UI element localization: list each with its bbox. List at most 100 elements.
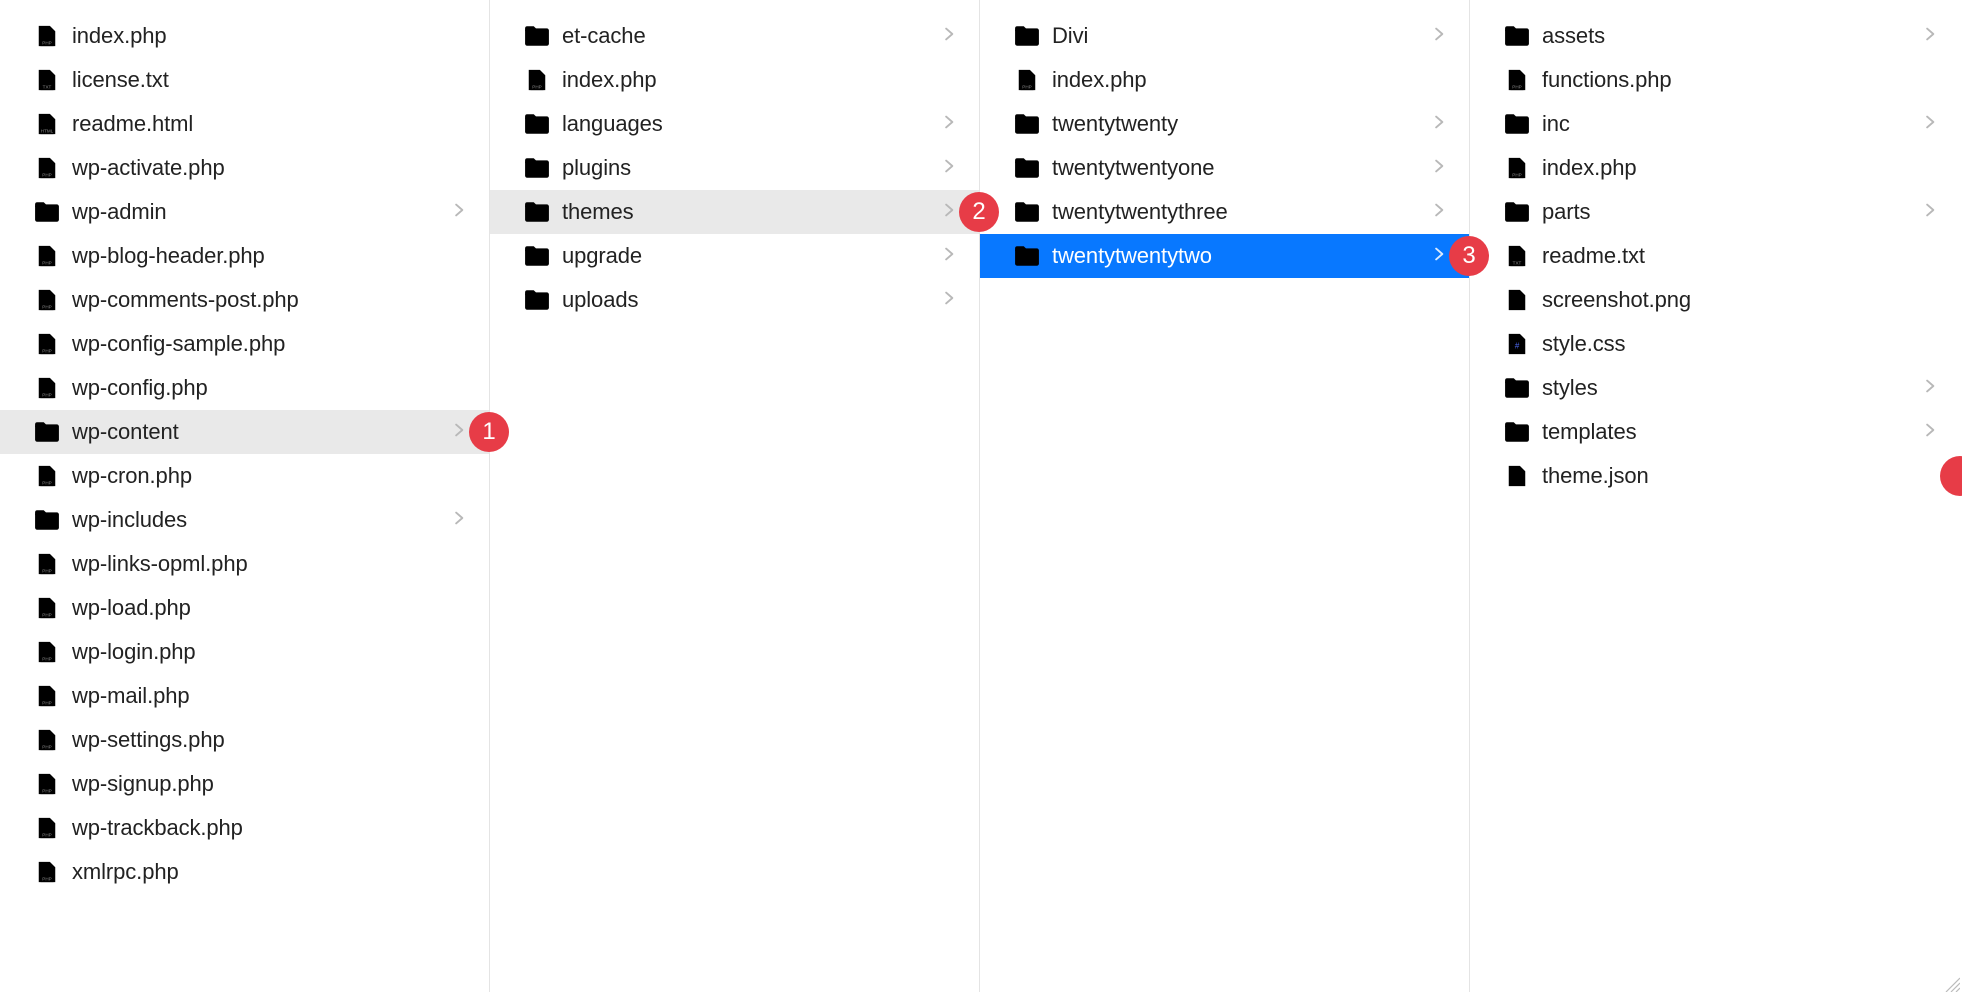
file-row[interactable]: screenshot.png bbox=[1470, 278, 1960, 322]
folder-row[interactable]: plugins bbox=[490, 146, 979, 190]
folder-icon bbox=[1504, 199, 1530, 225]
folder-icon bbox=[524, 287, 550, 313]
html-file-icon: HTML bbox=[34, 111, 60, 137]
php-file-icon: PHP bbox=[1014, 67, 1040, 93]
item-label: wp-comments-post.php bbox=[72, 287, 479, 313]
file-row[interactable]: PHPwp-activate.php bbox=[0, 146, 489, 190]
folder-row[interactable]: wp-content1 bbox=[0, 410, 489, 454]
chevron-right-icon bbox=[1924, 27, 1942, 45]
file-row[interactable]: PHP wp-links-opml.php bbox=[0, 542, 489, 586]
folder-row[interactable]: templates bbox=[1470, 410, 1960, 454]
svg-text:PHP: PHP bbox=[1512, 172, 1521, 177]
item-label: style.css bbox=[1542, 331, 1950, 357]
item-label: theme.json bbox=[1542, 463, 1950, 489]
item-label: templates bbox=[1542, 419, 1924, 445]
php-file-icon: PHP bbox=[34, 727, 60, 753]
php-file-icon: PHP bbox=[34, 551, 60, 577]
file-row[interactable]: PHP wp-trackback.php bbox=[0, 806, 489, 850]
item-label: wp-links-opml.php bbox=[72, 551, 479, 577]
folder-row[interactable]: Divi bbox=[980, 14, 1469, 58]
php-file-icon: PHP bbox=[34, 243, 60, 269]
file-row[interactable]: HTMLreadme.html bbox=[0, 102, 489, 146]
file-row[interactable]: PHPwp-settings.php bbox=[0, 718, 489, 762]
item-label: twentytwentytwo bbox=[1052, 243, 1433, 269]
folder-row[interactable]: wp-includes bbox=[0, 498, 489, 542]
folder-row[interactable]: twentytwenty bbox=[980, 102, 1469, 146]
file-row[interactable]: # style.css bbox=[1470, 322, 1960, 366]
item-label: wp-trackback.php bbox=[72, 815, 479, 841]
folder-icon bbox=[1014, 199, 1040, 225]
chevron-right-icon bbox=[943, 159, 961, 177]
folder-row[interactable]: styles bbox=[1470, 366, 1960, 410]
file-row[interactable]: PHPindex.php bbox=[0, 14, 489, 58]
php-file-icon: PHP bbox=[1504, 155, 1530, 181]
folder-row[interactable]: inc bbox=[1470, 102, 1960, 146]
file-row[interactable]: theme.json bbox=[1470, 454, 1960, 498]
chevron-right-icon bbox=[1433, 247, 1451, 265]
item-label: et-cache bbox=[562, 23, 943, 49]
item-label: index.php bbox=[1542, 155, 1950, 181]
item-label: functions.php bbox=[1542, 67, 1950, 93]
item-label: twentytwenty bbox=[1052, 111, 1433, 137]
folder-row[interactable]: themes2 bbox=[490, 190, 979, 234]
txt-file-icon: TXT bbox=[34, 67, 60, 93]
folder-icon bbox=[1504, 111, 1530, 137]
file-row[interactable]: PHPindex.php bbox=[490, 58, 979, 102]
item-label: plugins bbox=[562, 155, 943, 181]
file-row[interactable]: PHPwp-blog-header.php bbox=[0, 234, 489, 278]
file-row[interactable]: PHPwp-login.php bbox=[0, 630, 489, 674]
file-row[interactable]: PHPwp-comments-post.php bbox=[0, 278, 489, 322]
svg-text:PHP: PHP bbox=[1512, 84, 1521, 89]
finder-column: DiviPHPindex.php twentytwenty twentytwenty… bbox=[980, 0, 1470, 992]
resize-handle-icon[interactable] bbox=[1942, 972, 1960, 990]
svg-text:PHP: PHP bbox=[42, 568, 51, 573]
folder-row[interactable]: wp-admin bbox=[0, 190, 489, 234]
file-row[interactable]: PHPwp-signup.php bbox=[0, 762, 489, 806]
file-row[interactable]: PHPwp-mail.php bbox=[0, 674, 489, 718]
file-row[interactable]: PHP functions.php bbox=[1470, 58, 1960, 102]
php-file-icon: PHP bbox=[34, 815, 60, 841]
chevron-right-icon bbox=[1924, 115, 1942, 133]
item-label: inc bbox=[1542, 111, 1924, 137]
folder-row[interactable]: twentytwentythree bbox=[980, 190, 1469, 234]
item-label: index.php bbox=[562, 67, 969, 93]
file-row[interactable]: TXTreadme.txt bbox=[1470, 234, 1960, 278]
chevron-right-icon bbox=[1433, 27, 1451, 45]
folder-row[interactable]: upgrade bbox=[490, 234, 979, 278]
json-file-icon bbox=[1504, 463, 1530, 489]
chevron-right-icon bbox=[943, 203, 961, 221]
svg-text:#: # bbox=[1515, 342, 1520, 351]
folder-row[interactable]: languages bbox=[490, 102, 979, 146]
folder-row[interactable]: assets bbox=[1470, 14, 1960, 58]
file-row[interactable]: PHPwp-cron.php bbox=[0, 454, 489, 498]
item-label: uploads bbox=[562, 287, 943, 313]
folder-row[interactable]: twentytwentytwo3 bbox=[980, 234, 1469, 278]
folder-icon bbox=[1014, 243, 1040, 269]
svg-text:HTML: HTML bbox=[41, 128, 54, 133]
folder-row[interactable]: parts bbox=[1470, 190, 1960, 234]
finder-column: assets PHP functions.php inc PHP index.php par… bbox=[1470, 0, 1960, 992]
folder-row[interactable]: uploads bbox=[490, 278, 979, 322]
item-label: wp-content bbox=[72, 419, 453, 445]
svg-text:TXT: TXT bbox=[43, 84, 52, 89]
item-label: languages bbox=[562, 111, 943, 137]
folder-icon bbox=[34, 199, 60, 225]
file-row[interactable]: TXTlicense.txt bbox=[0, 58, 489, 102]
folder-row[interactable]: twentytwentyone bbox=[980, 146, 1469, 190]
chevron-right-icon bbox=[1433, 159, 1451, 177]
item-label: twentytwentyone bbox=[1052, 155, 1433, 181]
file-row[interactable]: PHPindex.php bbox=[980, 58, 1469, 102]
file-row[interactable]: PHPxmlrpc.php bbox=[0, 850, 489, 894]
folder-icon bbox=[524, 155, 550, 181]
folder-row[interactable]: et-cache bbox=[490, 14, 979, 58]
svg-text:PHP: PHP bbox=[42, 876, 51, 881]
file-row[interactable]: PHPwp-config.php bbox=[0, 366, 489, 410]
item-label: twentytwentythree bbox=[1052, 199, 1433, 225]
file-row[interactable]: PHPwp-load.php bbox=[0, 586, 489, 630]
chevron-right-icon bbox=[1433, 203, 1451, 221]
file-row[interactable]: PHP index.php bbox=[1470, 146, 1960, 190]
svg-text:PHP: PHP bbox=[1022, 84, 1031, 89]
item-label: wp-signup.php bbox=[72, 771, 479, 797]
item-label: wp-cron.php bbox=[72, 463, 479, 489]
file-row[interactable]: PHPwp-config-sample.php bbox=[0, 322, 489, 366]
